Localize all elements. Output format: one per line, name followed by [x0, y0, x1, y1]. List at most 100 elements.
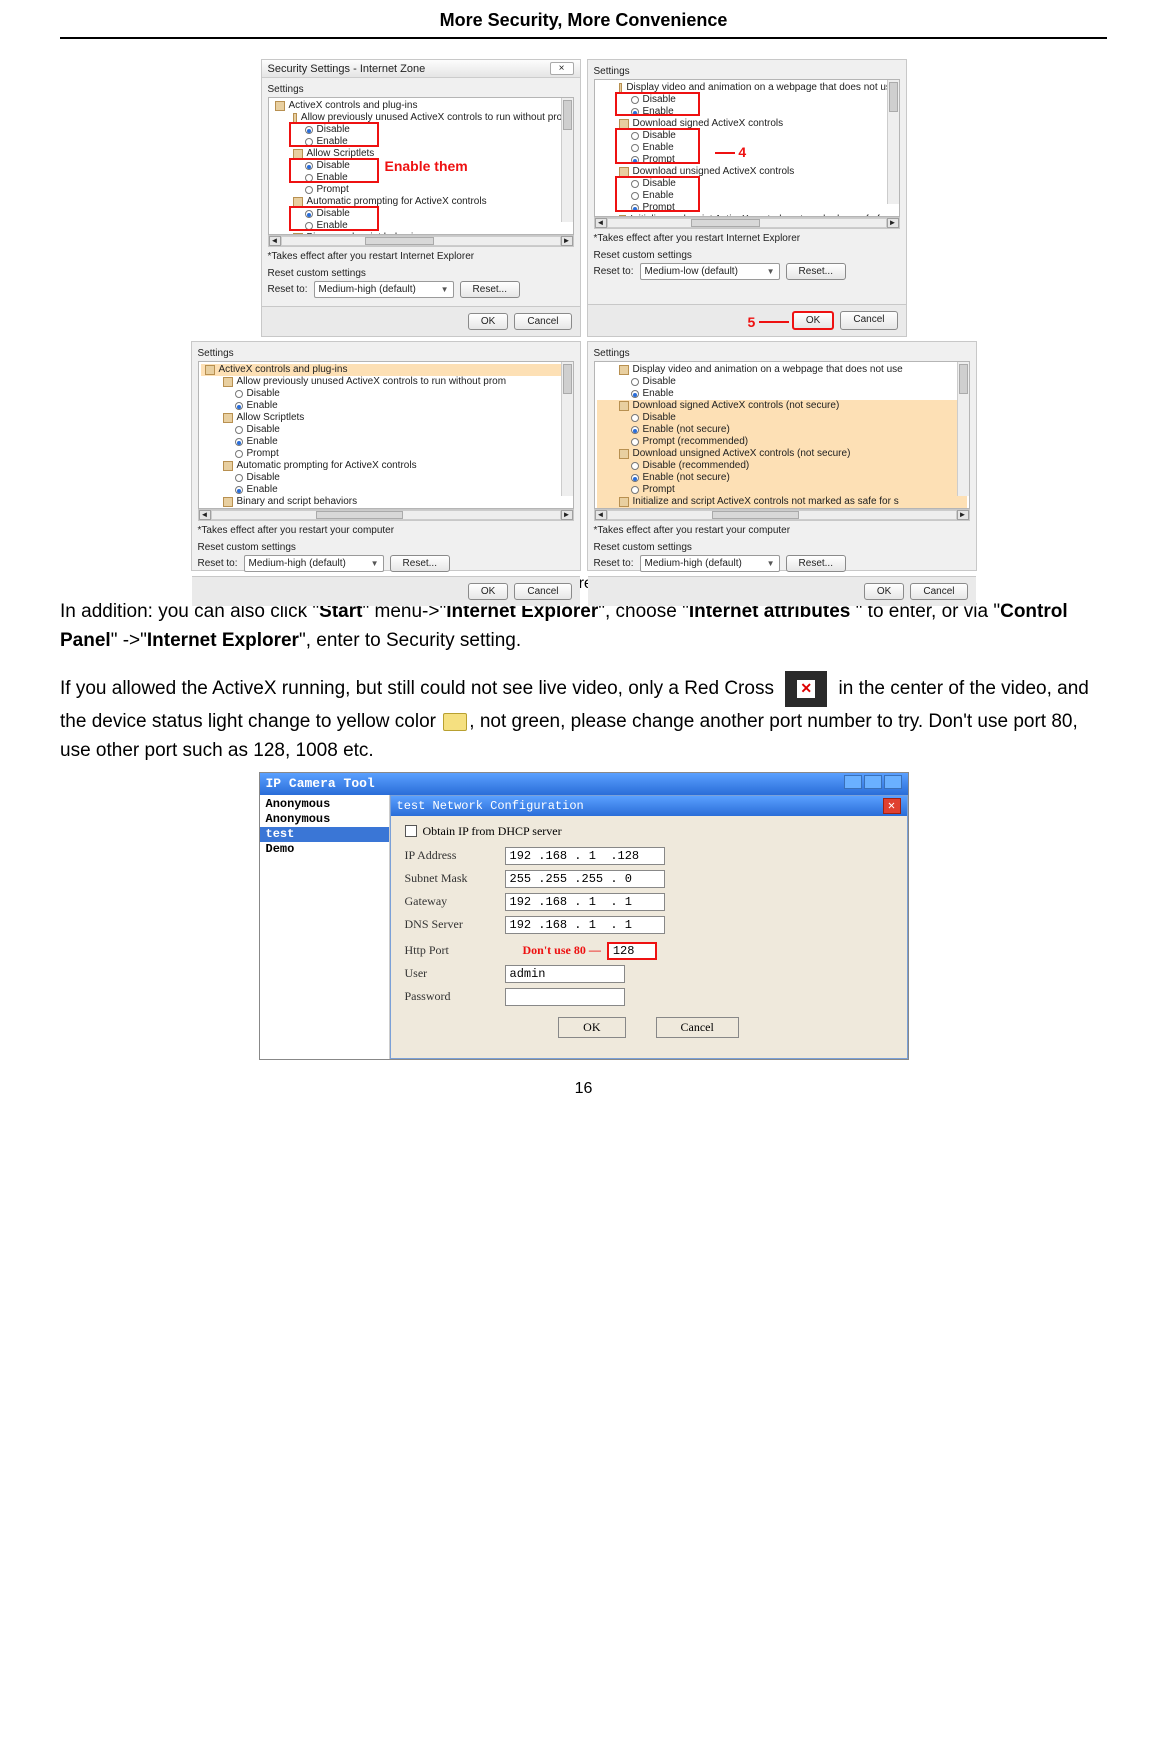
ip-input[interactable]: [505, 847, 665, 865]
scrollbar-h[interactable]: ◄►: [594, 509, 970, 521]
radio-prompt[interactable]: [631, 486, 639, 494]
red-highlight-3: [289, 206, 379, 231]
ok-button[interactable]: OK: [468, 313, 508, 330]
reset-to-label: Reset to:: [268, 284, 308, 295]
gateway-input[interactable]: [505, 893, 665, 911]
instruction-paragraph-2: If you allowed the ActiveX running, but …: [60, 671, 1107, 766]
ok-button[interactable]: OK: [468, 583, 508, 600]
cancel-button[interactable]: Cancel: [840, 311, 897, 330]
reset-button[interactable]: Reset...: [786, 555, 846, 572]
user-label: User: [405, 966, 505, 981]
radio-disable[interactable]: [235, 426, 243, 434]
yellow-status-icon: [443, 713, 467, 731]
category-icon: [275, 101, 285, 111]
radio-disable[interactable]: [631, 378, 639, 386]
cancel-button[interactable]: Cancel: [514, 313, 571, 330]
cancel-button[interactable]: Cancel: [656, 1017, 739, 1038]
scrollbar-v[interactable]: [957, 362, 969, 496]
enable-them-annotation: Enable them: [385, 158, 468, 174]
annot-4: 4: [715, 144, 747, 160]
red-highlight-1: [289, 122, 379, 147]
radio-enable[interactable]: [235, 402, 243, 410]
close-button[interactable]: ×: [550, 62, 574, 75]
cancel-button[interactable]: Cancel: [514, 583, 571, 600]
gw-label: Gateway: [405, 894, 505, 909]
dont-use-80-annotation: Don't use 80 —: [523, 943, 601, 958]
reset-combo[interactable]: Medium-high (default)▼: [244, 555, 384, 572]
port-input[interactable]: [607, 942, 657, 960]
radio-enable[interactable]: [631, 390, 639, 398]
dns-label: DNS Server: [405, 917, 505, 932]
settings-tree[interactable]: Display video and animation on a webpage…: [594, 79, 900, 217]
ok-button[interactable]: OK: [864, 583, 904, 600]
user-input[interactable]: [505, 965, 625, 983]
radio-prompt[interactable]: [305, 186, 313, 194]
settings-label: Settings: [268, 84, 574, 95]
reset-button[interactable]: Reset...: [786, 263, 846, 280]
scrollbar-h[interactable]: ◄►: [268, 235, 574, 247]
scrollbar-h[interactable]: ◄►: [594, 217, 900, 229]
item-icon: [619, 497, 629, 507]
ip-label: IP Address: [405, 848, 505, 863]
list-item[interactable]: Demo: [260, 842, 389, 857]
item-icon: [619, 401, 629, 411]
window-buttons[interactable]: [842, 775, 902, 793]
settings-tree[interactable]: ActiveX controls and plug-ins Allow prev…: [268, 97, 574, 235]
item-icon: [223, 461, 233, 471]
security-settings-dialog-4: Settings Display video and animation on …: [587, 341, 977, 571]
radio-disable[interactable]: [235, 390, 243, 398]
reset-group: Reset custom settings: [268, 268, 574, 279]
settings-label: Settings: [198, 348, 574, 359]
list-item[interactable]: Anonymous: [260, 812, 389, 827]
item-icon: [223, 377, 233, 387]
reset-to-label: Reset to:: [594, 558, 634, 569]
list-item-selected[interactable]: test: [260, 827, 389, 842]
item-icon: [619, 365, 629, 375]
cancel-button[interactable]: Cancel: [910, 583, 967, 600]
password-input[interactable]: [505, 988, 625, 1006]
radio-enable[interactable]: [235, 486, 243, 494]
reset-button[interactable]: Reset...: [390, 555, 450, 572]
radio-enable[interactable]: [631, 426, 639, 434]
list-item[interactable]: Anonymous: [260, 797, 389, 812]
close-icon[interactable]: ✕: [883, 798, 901, 814]
red-highlight: [615, 176, 700, 212]
ok-button[interactable]: OK: [558, 1017, 625, 1038]
reset-button[interactable]: Reset...: [460, 281, 520, 298]
annot-5: 5: [748, 314, 790, 330]
reset-combo[interactable]: Medium-high (default)▼: [640, 555, 780, 572]
reset-combo[interactable]: Medium-high (default)▼: [314, 281, 454, 298]
reset-group: Reset custom settings: [594, 250, 900, 261]
category-icon: [205, 365, 215, 375]
item-icon: [619, 449, 629, 459]
security-settings-dialog-3: Settings ActiveX controls and plug-ins A…: [191, 341, 581, 571]
radio-disable[interactable]: [631, 414, 639, 422]
ok-button[interactable]: OK: [792, 311, 834, 330]
red-highlight: [615, 92, 700, 116]
dns-input[interactable]: [505, 916, 665, 934]
radio-enable[interactable]: [631, 474, 639, 482]
settings-label: Settings: [594, 66, 900, 77]
scrollbar-v[interactable]: [887, 80, 899, 204]
reset-combo[interactable]: Medium-low (default)▼: [640, 263, 780, 280]
item-icon: [293, 233, 303, 235]
dhcp-checkbox[interactable]: [405, 825, 417, 837]
page-number: 16: [60, 1080, 1107, 1098]
settings-tree[interactable]: Display video and animation on a webpage…: [594, 361, 970, 509]
mask-label: Subnet Mask: [405, 871, 505, 886]
settings-tree[interactable]: ActiveX controls and plug-ins Allow prev…: [198, 361, 574, 509]
radio-prompt[interactable]: [631, 438, 639, 446]
password-label: Password: [405, 989, 505, 1004]
radio-disable[interactable]: [631, 462, 639, 470]
port-label: Http Port: [405, 943, 505, 958]
radio-prompt[interactable]: [235, 450, 243, 458]
mask-input[interactable]: [505, 870, 665, 888]
radio-enable[interactable]: [235, 438, 243, 446]
red-cross-icon: ✕: [785, 671, 827, 707]
camera-list[interactable]: Anonymous Anonymous test Demo: [260, 795, 390, 1059]
radio-disable[interactable]: [235, 474, 243, 482]
scrollbar-h[interactable]: ◄►: [198, 509, 574, 521]
scrollbar-v[interactable]: [561, 362, 573, 496]
scrollbar-v[interactable]: [561, 98, 573, 222]
red-highlight-2: [289, 158, 379, 183]
